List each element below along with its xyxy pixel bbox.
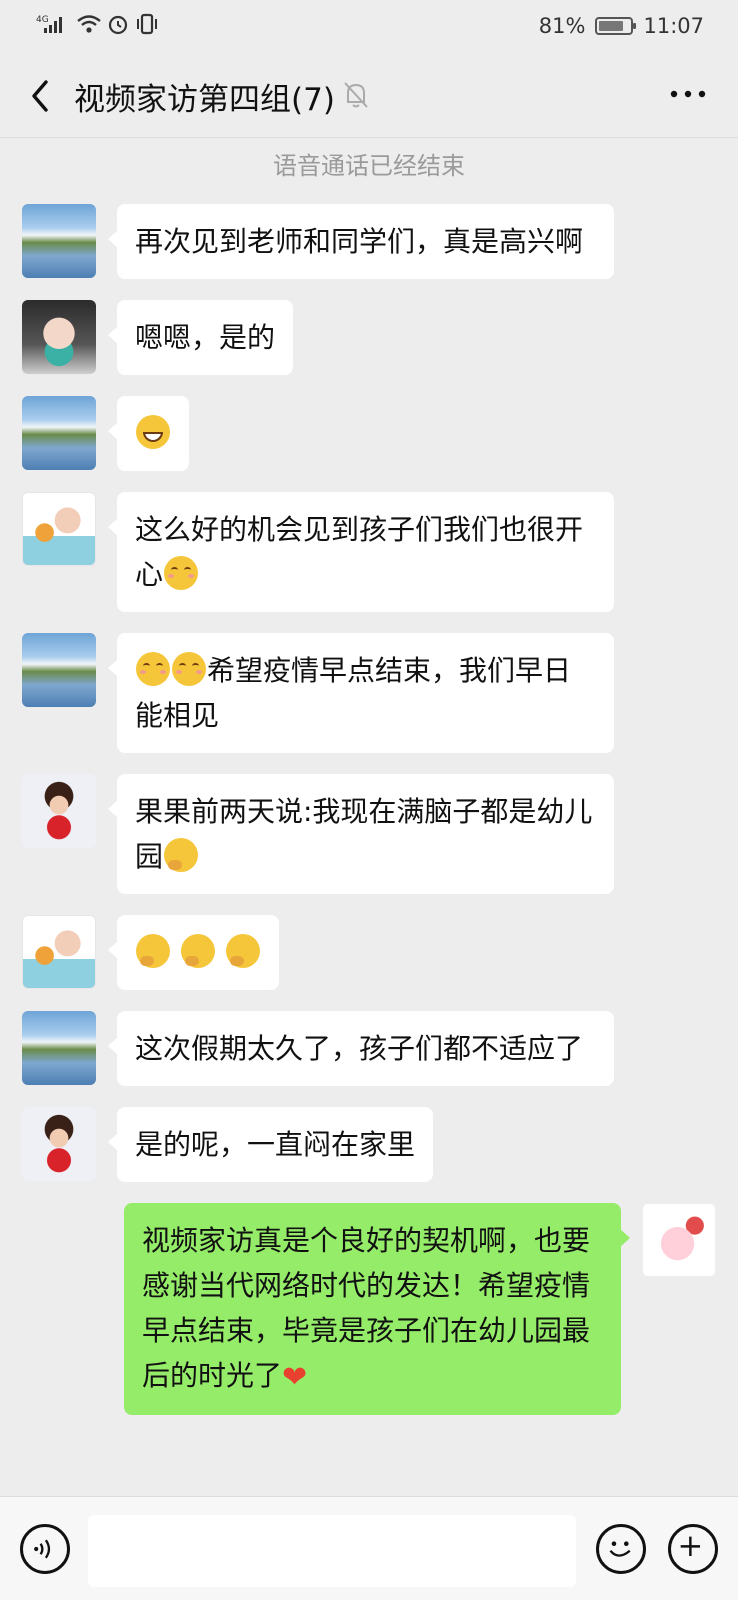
message-bubble[interactable]: 希望疫情早点结束，我们早日能相见 (108, 633, 614, 753)
status-bar: 4G 81% 11:07 (0, 0, 738, 52)
message-bubble-self[interactable]: 视频家访真是个良好的契机啊，也要感谢当代网络时代的发达！希望疫情早点结束，毕竟是… (124, 1203, 630, 1415)
grin-emoji-icon (136, 415, 170, 449)
battery-percent: 81% (538, 14, 586, 38)
chevron-left-icon[interactable] (22, 76, 62, 116)
wifi-icon (77, 15, 101, 33)
smile-emoji-icon (136, 652, 170, 686)
message-feed[interactable]: 语音通话已经结束 再次见到老师和同学们，真是高兴啊 嗯嗯，是的 这么好的机会见到… (0, 138, 738, 1496)
input-bar (0, 1496, 738, 1600)
message-row (0, 915, 738, 990)
smile-emoji-icon (164, 556, 199, 590)
message-row: 是的呢，一直闷在家里 (0, 1107, 738, 1182)
bell-off-icon (344, 82, 368, 108)
message-text: 视频家访真是个良好的契机啊，也要感谢当代网络时代的发达！希望疫情早点结束，毕竟是… (142, 1224, 591, 1392)
message-row: 希望疫情早点结束，我们早日能相见 (0, 633, 738, 753)
message-row (0, 396, 738, 471)
thinking-emoji-icon (164, 838, 199, 872)
message-bubble[interactable]: 这么好的机会见到孩子们我们也很开心 (108, 492, 614, 612)
avatar[interactable] (22, 1107, 96, 1181)
avatar[interactable] (22, 915, 96, 989)
message-bubble[interactable]: 是的呢，一直闷在家里 (107, 1107, 434, 1182)
thinking-emoji-icon (136, 934, 170, 968)
message-bubble[interactable]: 这次假期太久了，孩子们都不适应了 (108, 1011, 614, 1086)
heart-emoji-icon: ❤ (282, 1360, 308, 1395)
battery-fill (599, 21, 623, 31)
avatar-self[interactable] (642, 1203, 716, 1277)
avatar[interactable] (22, 204, 96, 278)
voice-icon[interactable] (20, 1524, 70, 1574)
message-text: 是的呢，一直闷在家里 (135, 1128, 416, 1161)
more-dots-icon[interactable] (666, 74, 710, 114)
message-row: 嗯嗯，是的 (0, 300, 738, 375)
message-bubble[interactable]: 嗯嗯，是的 (107, 300, 294, 375)
message-row-self: 视频家访真是个良好的契机啊，也要感谢当代网络时代的发达！希望疫情早点结束，毕竟是… (0, 1203, 738, 1415)
message-text: 果果前两天说:我现在满脑子都是幼儿园 (135, 795, 593, 873)
signal-icon: 4G (36, 15, 62, 33)
message-row: 这次假期太久了，孩子们都不适应了 (0, 1011, 738, 1086)
network-label: 4G (36, 15, 49, 25)
message-row: 这么好的机会见到孩子们我们也很开心 (0, 492, 738, 612)
battery-icon (595, 17, 637, 35)
avatar[interactable] (22, 492, 96, 566)
message-text: 嗯嗯，是的 (135, 321, 276, 354)
avatar[interactable] (22, 396, 96, 470)
status-icons-right: 81% 11:07 (539, 14, 704, 38)
system-notice: 语音通话已经结束 (273, 152, 465, 180)
avatar[interactable] (22, 300, 96, 374)
clock: 11:07 (643, 14, 704, 38)
message-bubble[interactable] (108, 915, 279, 990)
plus-circle-icon[interactable] (668, 1524, 718, 1574)
message-row: 果果前两天说:我现在满脑子都是幼儿园 (0, 774, 738, 894)
thinking-emoji-icon (225, 934, 260, 968)
message-text: 再次见到老师和同学们，真是高兴啊 (135, 225, 584, 258)
smile-emoji-icon (172, 652, 206, 686)
avatar[interactable] (22, 633, 96, 707)
avatar[interactable] (22, 1011, 96, 1085)
status-icons-left: 4G (36, 12, 160, 36)
emoji-face-icon[interactable] (596, 1524, 646, 1574)
thinking-emoji-icon (180, 934, 215, 968)
message-bubble[interactable]: 果果前两天说:我现在满脑子都是幼儿园 (108, 774, 614, 894)
alarm-icon (108, 15, 128, 35)
message-row: 再次见到老师和同学们，真是高兴啊 (0, 204, 738, 279)
chat-header: 视频家访第四组(7) (0, 52, 738, 138)
message-text: 这次假期太久了，孩子们都不适应了 (135, 1032, 584, 1065)
message-text: 这么好的机会见到孩子们我们也很开心 (135, 513, 584, 591)
chat-title: 视频家访第四组(7) (74, 82, 335, 118)
avatar[interactable] (22, 774, 96, 848)
message-input[interactable] (88, 1515, 576, 1587)
vibrate-icon (137, 13, 157, 35)
message-bubble[interactable]: 再次见到老师和同学们，真是高兴啊 (108, 204, 614, 279)
message-bubble[interactable] (108, 396, 189, 471)
